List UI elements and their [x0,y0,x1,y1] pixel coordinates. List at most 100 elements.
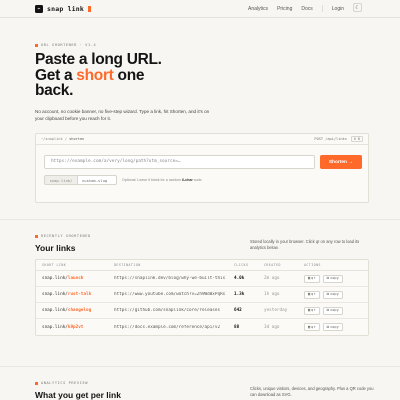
hero-title: Paste a long URL. Get a short one back. [35,52,215,99]
nav-link-docs[interactable]: Docs [301,6,312,12]
created-time: 1h ago [264,292,280,297]
links-note: Stored locally in your browser. Click qr… [250,239,360,250]
click-count: 88 [234,324,240,330]
custom-slug-input[interactable]: custom-slug [77,175,117,185]
top-nav-bar: ⌁ snap link Analytics Pricing Docs Login… [0,0,400,18]
shortcut-badge: ⌘ K [350,136,363,142]
links-table: SHORT LINK DESTINATION CLICKS CREATED AC… [35,259,369,336]
table-row[interactable]: snap.link/rust-talk https://www.youtube.… [36,287,368,303]
click-count: 642 [234,308,242,313]
shorten-button[interactable]: Shorten → [320,155,362,169]
qr-label: qr [311,292,316,296]
slug-prefix: snap.link/ [44,175,77,185]
table-row[interactable]: snap.link/k9p2vt https://docs.example.co… [36,319,368,335]
url-input[interactable]: https://example.com/a/very/long/path?utm… [44,155,315,169]
links-eyebrow-text: RECENTLY SHORTENED [41,234,91,238]
created-time: yesterday [264,308,288,313]
copy-button[interactable]: ⧉ copy [322,306,343,315]
logo-icon: ⌁ [35,5,43,13]
links-title: Your links [35,243,76,253]
slug-hint-pre: Optional. Leave it blank for a random [122,178,182,182]
hero-title-accent: short [76,66,114,84]
copy-button[interactable]: ⧉ copy [322,290,343,299]
links-eyebrow: RECENTLY SHORTENED [35,234,91,238]
short-link-slug: k9p2vt [67,324,84,330]
short-link-slug: launch [67,276,84,281]
qr-icon: ▦ [308,292,311,296]
shorten-card: ~/snaplink / shorten POST /api/links ⌘ K… [35,133,369,203]
short-link[interactable]: snap.link/rust-talk [36,292,114,297]
short-link-prefix: snap.link/ [42,308,68,313]
moon-icon: ☾ [355,4,360,11]
slug-hint-post: code. [192,178,203,182]
hero-subtitle: No account, no cookie banner, no five-st… [35,109,210,121]
card-path: ~/snaplink / shorten [41,137,85,141]
short-link-prefix: snap.link/ [42,324,68,330]
analytics-eyebrow-text: ANALYTICS PREVIEW [41,381,88,385]
short-link[interactable]: snap.link/changelog [36,308,114,313]
nav-link-analytics[interactable]: Analytics [248,6,268,12]
col-actions: ACTIONS [304,263,321,267]
hero-eyebrow-text: URL SHORTENER · V1.4 [41,43,97,47]
row-actions: ▦ qr ⧉ copy [304,323,368,331]
hero-title-line3: back. [35,82,74,99]
copy-button[interactable]: ⧉ copy [322,323,343,331]
theme-toggle-button[interactable]: ☾ [353,3,362,12]
click-count: 4.0k [234,276,245,281]
analytics-note: Clicks, unique visitors, devices, and ge… [250,386,374,397]
accent-square-icon [35,381,38,385]
copy-label: copy [330,292,339,296]
analytics-eyebrow: ANALYTICS PREVIEW [35,381,88,385]
qr-button[interactable]: ▦ qr [304,323,320,331]
copy-label: copy [330,276,339,280]
destination-url: https://www.youtube.com/watch?v=2h9Wd0xP… [114,292,226,297]
hero-title-pre: Get a [35,66,77,84]
destination-url: https://github.com/snaplink/core/release… [114,308,221,313]
card-toolbar: ~/snaplink / shorten POST /api/links ⌘ K [36,134,368,145]
copy-label: copy [330,308,339,312]
click-count: 1.3k [234,292,245,297]
slug-hint-bold: 6-char [181,178,193,182]
destination-url: https://docs.example.com/reference/api/v… [114,324,221,330]
copy-icon: ⧉ [326,308,330,312]
hero-title-line1: Paste a long URL. [35,51,162,68]
section-divider [0,219,400,220]
hero-eyebrow: URL SHORTENER · V1.4 [35,43,96,47]
table-header: SHORT LINK DESTINATION CLICKS CREATED AC… [36,260,368,271]
api-endpoint: POST /api/links [314,137,347,141]
path-prefix: ~/snaplink [41,137,63,141]
hero-title-post: one [113,66,145,84]
row-actions: ▦ qr ⧉ copy [304,274,368,283]
short-link[interactable]: snap.link/k9p2vt [36,325,114,330]
qr-label: qr [311,276,316,280]
qr-button[interactable]: ▦ qr [304,290,320,299]
row-actions: ▦ qr ⧉ copy [304,290,368,299]
qr-label: qr [311,308,316,312]
short-link[interactable]: snap.link/launch [36,276,114,281]
qr-icon: ▦ [308,308,311,312]
short-link-prefix: snap.link/ [42,292,68,297]
copy-button[interactable]: ⧉ copy [322,274,343,283]
brand-name: snap link [47,5,85,13]
table-row[interactable]: snap.link/changelog https://github.com/s… [36,303,368,319]
destination-url: https://snaplink.dev/blog/why-we-built-t… [114,276,226,281]
qr-icon: ▦ [308,276,311,280]
created-time: 3d ago [264,324,280,330]
analytics-title: What you get per link [35,390,121,400]
nav-link-pricing[interactable]: Pricing [277,6,292,12]
short-link-slug: changelog [67,308,92,313]
qr-button[interactable]: ▦ qr [304,274,320,283]
copy-icon: ⧉ [326,276,330,280]
accent-square-icon [35,43,38,47]
brand[interactable]: ⌁ snap link [35,5,92,13]
qr-button[interactable]: ▦ qr [304,306,320,315]
short-link-prefix: snap.link/ [42,276,68,281]
login-link[interactable]: Login [332,6,344,12]
shorten-button-label: Shorten → [328,159,354,165]
slug-hint: Optional. Leave it blank for a random 6-… [122,178,203,182]
row-actions: ▦ qr ⧉ copy [304,306,368,315]
col-clicks: CLICKS [234,263,249,267]
copy-icon: ⧉ [326,324,330,329]
table-row[interactable]: snap.link/launch https://snaplink.dev/bl… [36,271,368,287]
qr-label: qr [311,324,316,329]
